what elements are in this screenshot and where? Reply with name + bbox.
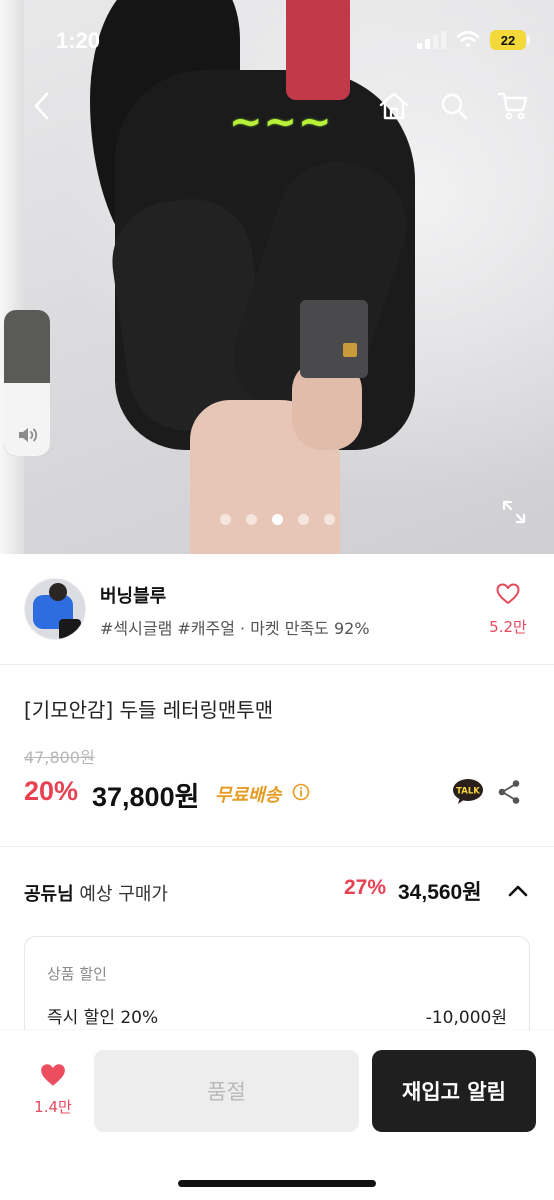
- seller-tags: #섹시글램 #캐주얼 · 마켓 만족도 92%: [100, 619, 370, 638]
- carousel-dot[interactable]: [323, 514, 335, 525]
- status-indicators: 22: [417, 30, 530, 50]
- estimated-price-caption: 예상 구매가: [79, 884, 168, 905]
- speaker-icon: [19, 428, 38, 442]
- status-time: 1:20: [56, 28, 101, 53]
- carousel-indicator[interactable]: [0, 514, 554, 525]
- estimated-price: 34,560원: [398, 881, 482, 904]
- free-shipping-label: 무료배송: [215, 785, 282, 806]
- heart-outline-icon: [496, 583, 520, 604]
- carousel-dot[interactable]: [245, 514, 257, 525]
- seller-like-button[interactable]: 5.2만: [486, 582, 530, 637]
- cart-button[interactable]: [493, 86, 533, 126]
- search-icon: [441, 93, 468, 120]
- sale-price: 37,800원: [92, 782, 200, 812]
- carousel-dot[interactable]: [297, 514, 309, 525]
- expand-icon[interactable]: [500, 498, 528, 526]
- instant-discount-value: -10,000원: [425, 1008, 507, 1028]
- info-icon[interactable]: [292, 783, 310, 801]
- seller-like-count: 5.2만: [489, 618, 527, 636]
- home-icon: [379, 92, 409, 120]
- battery-indicator: 22: [490, 30, 530, 50]
- home-indicator[interactable]: [178, 1180, 376, 1187]
- estimated-price-label: 공듀님 예상 구매가: [24, 880, 168, 906]
- search-button[interactable]: [434, 86, 474, 126]
- carousel-dot[interactable]: [271, 514, 283, 525]
- photo-bag: [300, 300, 368, 378]
- back-button[interactable]: [22, 86, 62, 126]
- product-like-button[interactable]: 1.4만: [24, 1062, 82, 1117]
- volume-level-fill: [4, 383, 50, 456]
- estimated-discount-rate: 27%: [344, 876, 387, 899]
- photo-wall-edge: [0, 0, 24, 554]
- wifi-icon: [456, 31, 480, 48]
- chevron-up-icon[interactable]: [506, 880, 530, 902]
- instant-discount-label: 즉시 할인 20%: [47, 1008, 159, 1028]
- carousel-dot[interactable]: [219, 514, 231, 525]
- chevron-left-icon: [34, 92, 49, 120]
- home-button[interactable]: [374, 86, 414, 126]
- battery-level: 22: [500, 32, 516, 48]
- heart-filled-icon: [41, 1064, 65, 1086]
- cart-icon: [497, 92, 528, 120]
- discount-rate: 20%: [24, 776, 79, 806]
- seller-section[interactable]: 버닝블루 #섹시글램 #캐주얼 · 마켓 만족도 92% 5.2만: [0, 554, 554, 665]
- signal-icon: [417, 31, 446, 49]
- product-like-count: 1.4만: [34, 1098, 72, 1116]
- talk-label: TALK: [456, 787, 480, 797]
- soldout-button[interactable]: 품절: [94, 1050, 359, 1132]
- share-icon[interactable]: [497, 779, 521, 805]
- section-divider: [0, 846, 554, 847]
- restock-alert-button[interactable]: 재입고 알림: [372, 1050, 536, 1132]
- photo-bag-clasp: [343, 343, 357, 357]
- photo-phone: [286, 0, 350, 100]
- discount-card-title: 상품 할인: [47, 965, 107, 983]
- photo-print-graphic: ~~~: [228, 100, 332, 146]
- bottom-action-bar: 1.4만 품절 재입고 알림: [0, 1030, 554, 1200]
- original-price: 47,800원: [24, 748, 95, 767]
- seller-name[interactable]: 버닝블루: [100, 582, 166, 608]
- seller-avatar[interactable]: [24, 578, 86, 640]
- user-name: 공듀님: [24, 884, 74, 905]
- product-title: [기모안감] 두들 레터링맨투맨: [24, 698, 274, 722]
- product-image[interactable]: ~~~ 1:20 22: [0, 0, 554, 554]
- volume-slider[interactable]: [4, 310, 50, 456]
- kakao-talk-icon[interactable]: TALK: [452, 778, 484, 806]
